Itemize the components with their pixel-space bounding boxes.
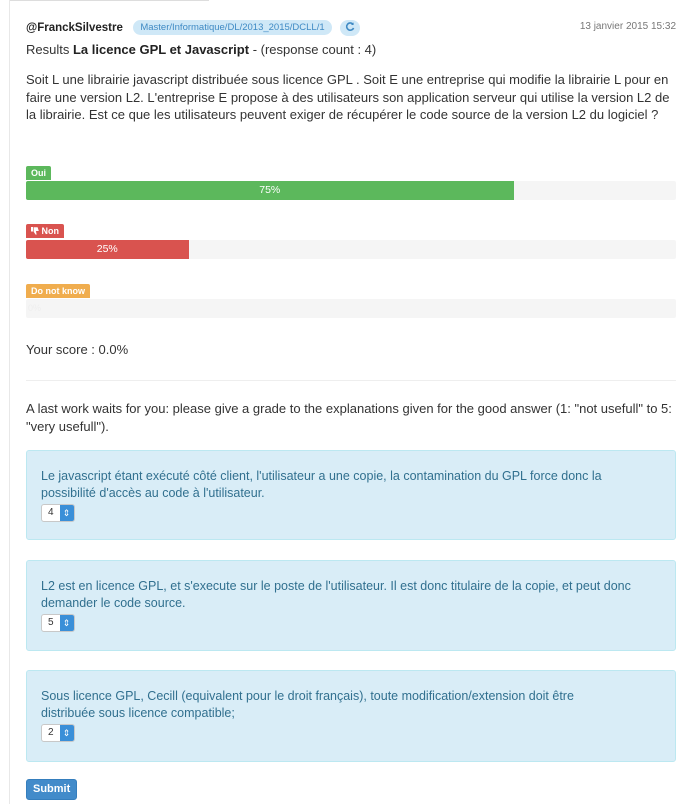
answer-fill-oui: 75%	[26, 181, 514, 200]
author-name[interactable]: @FranckSilvestre	[26, 22, 123, 34]
select-arrows-icon: ⇕	[59, 615, 74, 631]
top-divider	[9, 0, 209, 1]
grade-select[interactable]: 5 ⇕	[41, 614, 75, 632]
answer-percent-do-not-know: 0%	[28, 303, 42, 313]
answer-label-oui: Oui	[26, 166, 51, 180]
response-count: - (response count : 4)	[252, 42, 377, 57]
post-header: @FranckSilvestre Master/Informatique/DL/…	[26, 19, 680, 37]
answer-bar-non: 25%	[26, 240, 676, 259]
grade-select[interactable]: 2 ⇕	[41, 724, 75, 742]
answer-bar-do-not-know: 0%	[26, 299, 676, 318]
path-badge[interactable]: Master/Informatique/DL/2013_2015/DCLL/1	[133, 20, 332, 36]
submit-button[interactable]: Submit	[26, 779, 78, 800]
explanation-text: Sous licence GPL, Cecill (equivalent pou…	[41, 689, 574, 720]
select-arrows-icon: ⇕	[59, 725, 74, 741]
results-title: Results La licence GPL et Javascript - (…	[26, 42, 376, 57]
your-score: Your score : 0.0%	[26, 342, 129, 357]
refresh-icon[interactable]	[340, 19, 361, 36]
explanation-text: Le javascript étant exécuté côté client,…	[41, 469, 602, 500]
thumbs-down-icon	[31, 226, 42, 236]
grading-instruction: A last work waits for you: please give a…	[26, 401, 672, 434]
answer-label-do-not-know: Do not know	[26, 284, 90, 298]
grade-value: 2	[48, 727, 54, 738]
explanation-card: Sous licence GPL, Cecill (equivalent pou…	[26, 670, 676, 762]
results-prefix: Results	[26, 42, 70, 57]
grade-select[interactable]: 4 ⇕	[41, 504, 75, 522]
explanation-card: Le javascript étant exécuté côté client,…	[26, 450, 676, 540]
explanation-text: L2 est en licence GPL, et s'execute sur …	[41, 579, 631, 610]
answer-label-non: Non	[26, 224, 65, 238]
select-arrows-icon: ⇕	[59, 505, 74, 521]
answer-bar-oui: 75%	[26, 181, 676, 200]
post-date: 13 janvier 2015 15:32	[579, 21, 676, 32]
grade-value: 5	[48, 617, 54, 628]
question-text: Soit L une librairie javascript distribu…	[26, 72, 670, 122]
answer-fill-non: 25%	[26, 240, 189, 259]
quiz-title: La licence GPL et Javascript	[72, 42, 250, 57]
section-divider	[26, 380, 676, 381]
grade-value: 4	[48, 507, 54, 518]
explanation-card: L2 est en licence GPL, et s'execute sur …	[26, 560, 676, 651]
left-divider	[9, 0, 10, 804]
